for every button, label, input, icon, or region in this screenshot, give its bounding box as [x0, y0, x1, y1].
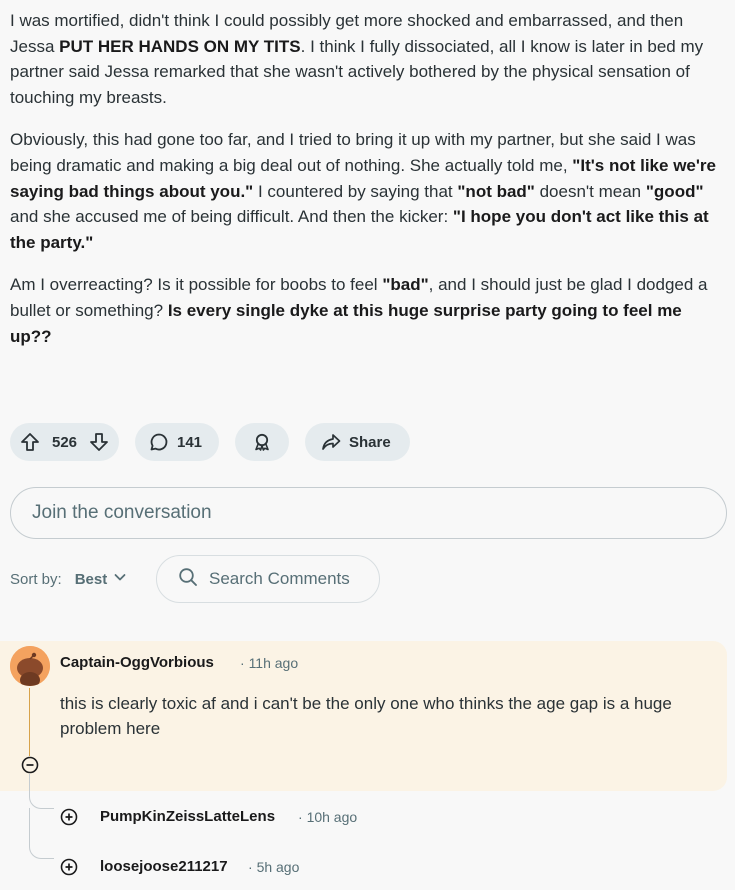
- sort-label: Sort by:: [10, 570, 62, 588]
- post-body: I was mortified, didn't think I could po…: [10, 8, 725, 366]
- post-bold-text: PUT HER HANDS ON MY TITS: [59, 36, 301, 56]
- post-paragraph: I was mortified, didn't think I could po…: [10, 8, 725, 110]
- comment-count: 141: [177, 433, 203, 451]
- chevron-down-icon: [113, 570, 127, 588]
- comment-icon: [149, 432, 169, 452]
- thread-line: [29, 688, 30, 756]
- reply-branch-line: [29, 808, 54, 859]
- post-text: doesn't mean: [534, 181, 646, 201]
- search-comments-placeholder: Search Comments: [209, 569, 350, 588]
- comment-timestamp: · 11h ago: [240, 655, 299, 671]
- downvote-icon[interactable]: [89, 432, 109, 452]
- upvote-icon[interactable]: [20, 432, 40, 452]
- vote-count: 526: [51, 433, 78, 451]
- comment-author[interactable]: Captain-OggVorbious: [60, 654, 214, 671]
- comments-button[interactable]: 141: [135, 423, 219, 461]
- comment-text: this is clearly toxic af and i can't be …: [60, 694, 672, 738]
- avatar[interactable]: [10, 646, 50, 686]
- post-text: I countered by saying that: [253, 181, 458, 201]
- post-text: Am I overreacting? Is it possible for bo…: [10, 275, 383, 295]
- snoo-avatar-icon: [10, 646, 50, 686]
- post-paragraph: Obviously, this had gone too far, and I …: [10, 127, 725, 255]
- post-bold-text: "good": [645, 181, 704, 201]
- reply-author[interactable]: loosejoose211217: [100, 858, 228, 875]
- vote-control: 526: [10, 423, 119, 461]
- comment-sort-bar: Sort by: Best Search Comments: [10, 555, 380, 603]
- sort-dropdown[interactable]: Best: [75, 570, 128, 588]
- post-bold-text: "bad": [382, 275, 429, 295]
- expand-reply-icon[interactable]: [60, 808, 78, 826]
- reply-timestamp: · 5h ago: [248, 859, 300, 875]
- post-bold-text: "not bad": [457, 181, 535, 201]
- search-icon: [178, 567, 198, 592]
- join-conversation-input[interactable]: Join the conversation: [10, 487, 727, 539]
- sort-value: Best: [74, 570, 108, 588]
- post-paragraph: Am I overreacting? Is it possible for bo…: [10, 272, 725, 349]
- join-conversation-placeholder: Join the conversation: [32, 502, 212, 523]
- share-label: Share: [349, 433, 391, 451]
- reply-author[interactable]: PumpKinZeissLatteLens: [100, 808, 275, 825]
- reply-timestamp: · 10h ago: [298, 809, 358, 825]
- expand-reply-icon[interactable]: [60, 858, 78, 876]
- search-comments-input[interactable]: Search Comments: [156, 555, 380, 603]
- post-text: and she accused me of being difficult. A…: [10, 207, 453, 227]
- collapse-thread-icon[interactable]: [21, 756, 39, 774]
- post-action-bar: 526 141 Share: [10, 423, 410, 461]
- reply-branch-line: [29, 774, 54, 809]
- award-button[interactable]: [235, 423, 289, 461]
- award-icon: [252, 432, 272, 452]
- share-button[interactable]: Share: [305, 423, 410, 461]
- share-icon: [321, 432, 341, 452]
